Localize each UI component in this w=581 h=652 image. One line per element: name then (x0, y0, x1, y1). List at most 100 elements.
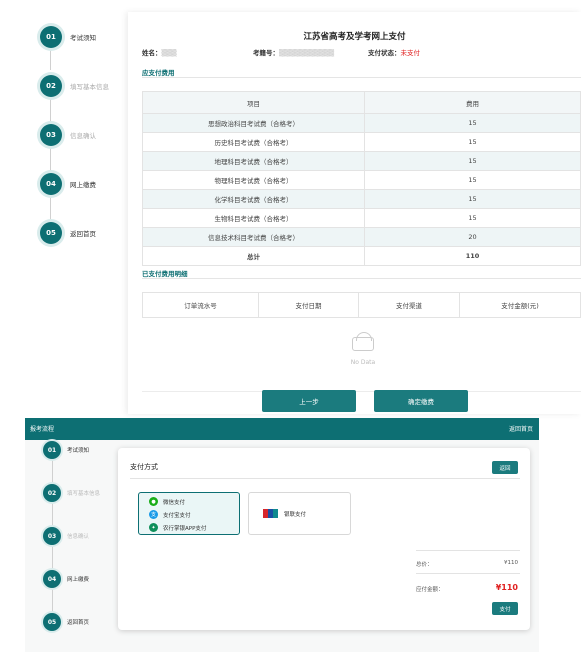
total-amount: 110 (364, 246, 581, 266)
step-item-payment[interactable]: 04 网上缴费 (43, 569, 89, 589)
pay-amount-row: 应付金额： ¥110 (416, 583, 518, 593)
step-connector (50, 146, 51, 171)
fee-item: 生物科目考试费（合格考） (142, 208, 365, 228)
payment-status-field: 支付状态：未支付 (368, 47, 420, 57)
unionpay-option-box[interactable]: 银联支付 (248, 492, 351, 535)
page-title: 江苏省高考及学考网上支付 (303, 32, 406, 42)
step-item-confirm[interactable]: 03 信息确认 (40, 124, 130, 146)
table-row: 化学科目考试费（合格考） 15 (142, 189, 581, 209)
pay-amount-label: 应付金额： (416, 587, 444, 593)
fee-section-title: 应支付费用 (142, 69, 175, 77)
table-header-row: 项目 费用 (142, 91, 581, 114)
option-label: 支付宝支付 (163, 512, 191, 519)
table-row: 信息技术科目考试费（合格考） 20 (142, 227, 581, 247)
wechat-pay-option[interactable]: ● 微信支付 (149, 497, 185, 506)
step-number: 03 (43, 527, 61, 545)
divider (142, 391, 581, 392)
step-item-notice[interactable]: 01 考试须知 (43, 440, 89, 460)
step-connector (50, 97, 51, 122)
step-label: 返回首页 (67, 620, 90, 626)
fee-amount: 15 (364, 170, 581, 190)
header-home-link[interactable]: 返回首页 (509, 424, 533, 433)
unionpay-option[interactable]: 银联支付 (263, 509, 306, 518)
column-header: 项目 (142, 91, 365, 114)
name-label: 姓名： (142, 49, 162, 57)
confirm-payment-button[interactable]: 确定缴费 (374, 390, 468, 412)
divider (416, 573, 520, 574)
fee-amount: 15 (364, 189, 581, 209)
back-button[interactable]: 返回 (492, 461, 518, 474)
step-item-home[interactable]: 05 返回首页 (40, 222, 130, 244)
table-total-row: 总计 110 (142, 246, 581, 266)
step-connector (52, 545, 53, 569)
step-item-notice[interactable]: 01 考试须知 (40, 26, 130, 48)
unionpay-icon (263, 509, 278, 518)
step-item-basic-info[interactable]: 02 填写基本信息 (43, 483, 100, 503)
step-item-basic-info[interactable]: 02 填写基本信息 (40, 75, 130, 97)
step-connector (52, 588, 53, 612)
column-header: 费用 (364, 91, 581, 114)
alipay-option[interactable]: 支支付宝支付 (149, 510, 191, 519)
table-row: 物理科目考试费（合格考） 15 (142, 170, 581, 190)
step-item-home[interactable]: 05 返回首页 (43, 612, 89, 632)
name-field: 姓名：▒▒▒ (142, 47, 177, 57)
prev-step-button[interactable]: 上一步 (262, 390, 356, 412)
step-item-payment[interactable]: 04 网上缴费 (40, 173, 130, 195)
fee-item: 思想政治科目考试费（合格考） (142, 113, 365, 133)
option-label: 农行掌银APP支付 (163, 525, 207, 532)
fee-amount: 15 (364, 113, 581, 133)
header-title: 报考流程 (30, 426, 55, 433)
total-price-label: 总价： (416, 562, 433, 568)
step-number: 01 (40, 26, 62, 48)
divider (142, 77, 581, 78)
wechat-icon: ● (149, 497, 158, 506)
empty-box-icon (352, 332, 374, 351)
step-connector (52, 502, 53, 526)
step-number: 02 (40, 75, 62, 97)
fee-item: 化学科目考试费（合格考） (142, 189, 365, 209)
fee-item: 信息技术科目考试费（合格考） (142, 227, 365, 247)
table-header-row: 订单流水号 支付日期 支付渠道 支付金额(元) (142, 292, 581, 318)
total-price-value: ¥110 (504, 560, 518, 566)
divider (142, 278, 581, 279)
step-number: 01 (43, 441, 61, 459)
table-row: 生物科目考试费（合格考） 15 (142, 208, 581, 228)
payment-method-title: 支付方式 (130, 463, 158, 471)
step-number: 04 (40, 173, 62, 195)
table-row: 历史科目考试费（合格考） 15 (142, 132, 581, 152)
total-label: 总计 (142, 246, 365, 266)
step-number: 04 (43, 570, 61, 588)
divider (130, 478, 520, 479)
table-row: 地理科目考试费（合格考） 15 (142, 151, 581, 171)
fee-amount: 15 (364, 208, 581, 228)
alipay-icon: 支 (149, 510, 158, 519)
step-connector (50, 195, 51, 220)
step-label: 信息确认 (67, 534, 90, 540)
step-number: 03 (40, 124, 62, 146)
step-label: 返回首页 (70, 230, 96, 238)
abc-app-option[interactable]: ✦ 农行掌银APP支付 (149, 523, 206, 532)
fee-item: 地理科目考试费（合格考） (142, 151, 365, 171)
step-label: 填写基本信息 (70, 83, 109, 91)
pay-button[interactable]: 支付 (492, 602, 518, 615)
status-badge: 未支付 (400, 49, 421, 57)
step-connector (50, 48, 51, 70)
step-item-confirm[interactable]: 03 信息确认 (43, 526, 89, 546)
pay-amount-value: ¥110 (495, 583, 518, 592)
wallet-options-group[interactable]: ● 微信支付 支支付宝支付 ✦ 农行掌银APP支付 (138, 492, 240, 535)
column-header: 支付金额(元) (459, 292, 581, 318)
paid-table: 订单流水号 支付日期 支付渠道 支付金额(元) (142, 292, 581, 318)
step-number: 05 (40, 222, 62, 244)
step-label: 考试须知 (70, 34, 96, 42)
fee-amount: 15 (364, 132, 581, 152)
column-header: 订单流水号 (142, 292, 259, 318)
fee-table: 项目 费用 思想政治科目考试费（合格考） 15 历史科目考试费（合格考） 15 … (142, 91, 581, 266)
step-label: 信息确认 (70, 132, 96, 140)
fee-item: 物理科目考试费（合格考） (142, 170, 365, 190)
fee-amount: 20 (364, 227, 581, 247)
divider (416, 550, 520, 551)
exam-no-label: 考籍号： (253, 49, 279, 57)
status-label: 支付状态： (368, 49, 401, 57)
exam-no-field: 考籍号：▒▒▒▒▒▒▒▒▒▒▒ (253, 47, 334, 57)
fee-amount: 15 (364, 151, 581, 171)
